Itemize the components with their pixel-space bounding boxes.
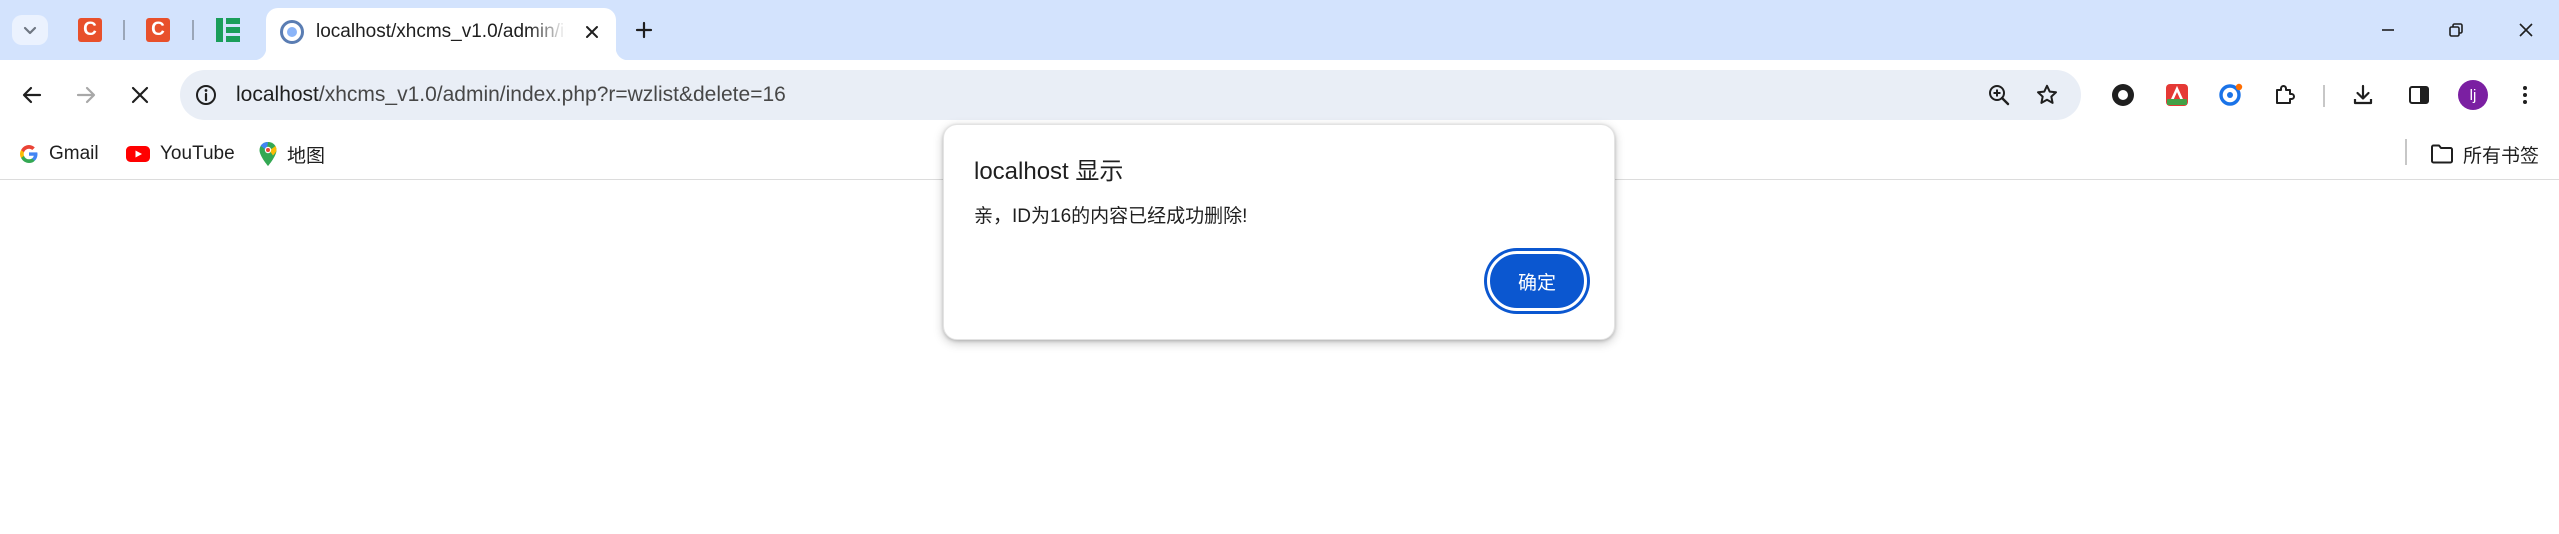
- url-host: localhost: [236, 83, 319, 106]
- pinned-tab-2[interactable]: C: [134, 12, 182, 48]
- google-g-icon: [20, 145, 38, 163]
- close-icon: [131, 86, 149, 104]
- close-icon: [586, 26, 598, 38]
- extensions-menu-button[interactable]: [2265, 75, 2305, 115]
- close-icon: [2519, 23, 2533, 37]
- stop-loading-button[interactable]: [120, 75, 160, 115]
- bookmark-label: YouTube: [160, 143, 235, 164]
- arrow-right-icon: [76, 86, 96, 104]
- tab-strip: C C localhost/xhcms_v1.0/admin/index.php…: [0, 0, 2559, 60]
- all-bookmarks-label: 所有书签: [2463, 145, 2540, 167]
- browser-toolbar: localhost/xhcms_v1.0/admin/index.php?r=w…: [0, 60, 2559, 130]
- browser-menu-button[interactable]: [2505, 75, 2545, 115]
- pinned-tab-1[interactable]: C: [66, 12, 114, 48]
- bookmark-maps[interactable]: 地图: [258, 139, 325, 169]
- alert-dialog: localhost 显示 亲，ID为16的内容已经成功删除! 确定: [943, 124, 1615, 340]
- puzzle-icon: [2276, 85, 2295, 104]
- downloads-button[interactable]: [2343, 75, 2383, 115]
- new-tab-button[interactable]: [628, 14, 660, 46]
- bookmark-label: Gmail: [49, 143, 99, 164]
- profile-button[interactable]: lj: [2453, 75, 2493, 115]
- tab-separator: [123, 20, 125, 40]
- download-icon: [2353, 84, 2373, 105]
- avatar: lj: [2458, 80, 2488, 110]
- side-panel-button[interactable]: [2399, 75, 2439, 115]
- pinned-tab-3[interactable]: [204, 12, 252, 48]
- tab-separator: [192, 20, 194, 40]
- extension-3-button[interactable]: [2211, 75, 2251, 115]
- folder-icon: [2431, 144, 2453, 164]
- url-text[interactable]: localhost/xhcms_v1.0/admin/index.php?r=w…: [236, 83, 786, 107]
- back-button[interactable]: [12, 75, 52, 115]
- info-icon[interactable]: [194, 83, 218, 107]
- ring-icon: [2112, 84, 2134, 106]
- address-bar[interactable]: localhost/xhcms_v1.0/admin/index.php?r=w…: [180, 70, 2081, 120]
- loading-globe-icon: [280, 20, 304, 44]
- star-icon: [2037, 84, 2057, 104]
- all-bookmarks-button[interactable]: 所有书签: [2430, 139, 2539, 169]
- csdn-c-icon: C: [146, 18, 170, 42]
- red-extension-icon: [2166, 84, 2188, 106]
- blue-extension-icon: [2219, 83, 2243, 106]
- chevron-down-icon: [23, 26, 37, 35]
- url-path: /xhcms_v1.0/admin/index.php?r=wzlist&del…: [318, 83, 786, 106]
- dialog-message: 亲，ID为16的内容已经成功删除!: [974, 206, 1248, 227]
- minimize-button[interactable]: [2364, 10, 2412, 50]
- plus-icon: [635, 21, 653, 39]
- csdn-c-icon: C: [78, 18, 102, 42]
- youtube-icon: [126, 146, 150, 162]
- bookmark-star-button[interactable]: [2030, 78, 2064, 112]
- side-panel-icon: [2409, 86, 2429, 104]
- forward-button[interactable]: [66, 75, 106, 115]
- kebab-menu-icon: [2523, 86, 2527, 104]
- extension-1-button[interactable]: [2103, 75, 2143, 115]
- bookmarks-divider: [2405, 139, 2407, 165]
- tab-search-button[interactable]: [12, 15, 48, 45]
- bookmark-youtube[interactable]: YouTube: [125, 139, 235, 169]
- green-grid-icon: [216, 18, 240, 42]
- restore-icon: [2449, 23, 2463, 37]
- active-tab[interactable]: localhost/xhcms_v1.0/admin/index.php?r=w…: [254, 8, 628, 60]
- zoom-in-icon: [1989, 85, 2010, 106]
- close-window-button[interactable]: [2502, 10, 2550, 50]
- minimize-icon: [2382, 29, 2394, 31]
- bookmark-gmail[interactable]: Gmail: [18, 139, 99, 169]
- dialog-title: localhost 显示: [974, 158, 1124, 185]
- toolbar-divider: [2323, 85, 2325, 107]
- active-tab-title: localhost/xhcms_v1.0/admin/index.php?r=w…: [316, 21, 566, 42]
- zoom-button[interactable]: [1982, 78, 2016, 112]
- ok-button[interactable]: 确定: [1487, 251, 1587, 311]
- close-tab-button[interactable]: [578, 18, 606, 46]
- extension-2-button[interactable]: [2157, 75, 2197, 115]
- arrow-left-icon: [22, 86, 42, 104]
- restore-button[interactable]: [2432, 10, 2480, 50]
- bookmark-label: 地图: [287, 145, 326, 167]
- maps-pin-icon: [259, 142, 277, 166]
